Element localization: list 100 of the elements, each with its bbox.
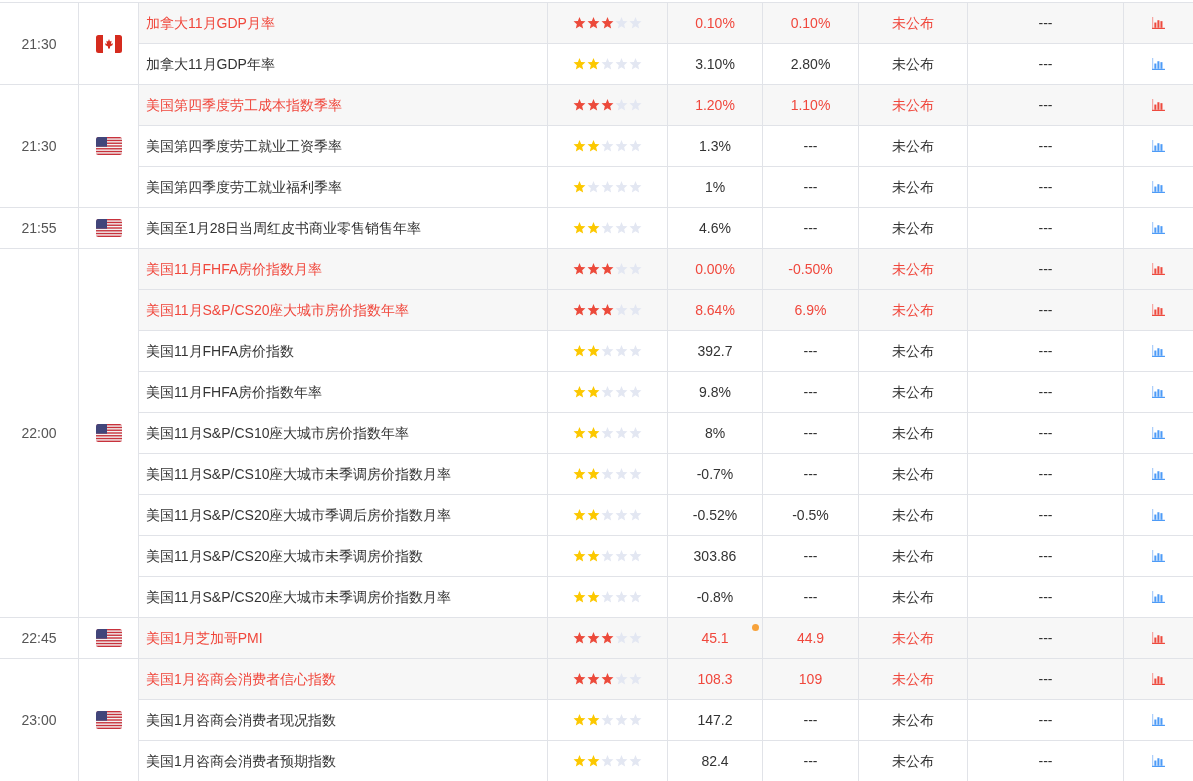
- bar-chart-icon[interactable]: [1152, 304, 1165, 316]
- status-text: 未公布: [892, 713, 934, 727]
- us-flag-icon: [95, 629, 122, 647]
- star-icon: [587, 140, 600, 152]
- star-icon: [629, 181, 642, 193]
- star-icon: [573, 58, 586, 70]
- bar-chart-icon[interactable]: [1152, 468, 1165, 480]
- star-icon: [573, 386, 586, 398]
- value-text: ---: [803, 221, 818, 235]
- status-text: 未公布: [892, 262, 934, 276]
- status-text: 未公布: [892, 57, 934, 71]
- star-icon: [573, 714, 586, 726]
- status-text: 未公布: [892, 16, 934, 30]
- bar-chart-icon[interactable]: [1152, 140, 1165, 152]
- bar-chart-icon[interactable]: [1152, 550, 1165, 562]
- value-text: 8.64%: [695, 303, 735, 317]
- value-text: ---: [803, 426, 818, 440]
- bar-chart-icon[interactable]: [1152, 99, 1165, 111]
- event-name: 美国11月S&P/CS20座大城市未季调房价指数: [146, 549, 424, 563]
- event-name: 美国11月S&P/CS20座大城市房价指数年率: [146, 303, 410, 317]
- star-icon: [615, 550, 628, 562]
- event-name: 美国第四季度劳工成本指数季率: [146, 98, 342, 112]
- star-icon: [601, 468, 614, 480]
- star-icon: [587, 632, 600, 644]
- value-text: ---: [803, 180, 818, 194]
- star-icon: [573, 222, 586, 234]
- dash-text: ---: [1038, 180, 1053, 194]
- star-icon: [615, 755, 628, 767]
- bar-chart-icon[interactable]: [1152, 509, 1165, 521]
- star-icon: [587, 58, 600, 70]
- value-text: -0.5%: [792, 508, 829, 522]
- value-text: -0.7%: [696, 467, 734, 481]
- dash-text: ---: [1038, 16, 1053, 30]
- bar-chart-icon[interactable]: [1152, 591, 1165, 603]
- value-text: ---: [803, 713, 818, 727]
- star-icon: [601, 263, 614, 275]
- event-name: 美国第四季度劳工就业工资季率: [146, 139, 342, 153]
- time-text: 22:45: [21, 631, 57, 645]
- bar-chart-icon[interactable]: [1152, 714, 1165, 726]
- dash-text: ---: [1038, 426, 1053, 440]
- star-icon: [573, 427, 586, 439]
- bar-chart-icon[interactable]: [1152, 181, 1165, 193]
- dash-text: ---: [1038, 672, 1053, 686]
- status-text: 未公布: [892, 549, 934, 563]
- bar-chart-icon[interactable]: [1152, 263, 1165, 275]
- value-text: 303.86: [693, 549, 737, 563]
- star-icon: [587, 304, 600, 316]
- bar-chart-icon[interactable]: [1152, 386, 1165, 398]
- value-text: 392.7: [697, 344, 733, 358]
- value-text: 4.6%: [699, 221, 731, 235]
- star-icon: [573, 673, 586, 685]
- bar-chart-icon[interactable]: [1152, 58, 1165, 70]
- status-text: 未公布: [892, 303, 934, 317]
- value-text: 109: [798, 672, 823, 686]
- event-name: 美国第四季度劳工就业福利季率: [146, 180, 342, 194]
- star-icon: [601, 386, 614, 398]
- dash-text: ---: [1038, 262, 1053, 276]
- value-text: 0.00%: [695, 262, 735, 276]
- bar-chart-icon[interactable]: [1152, 345, 1165, 357]
- star-icon: [573, 591, 586, 603]
- star-icon: [601, 632, 614, 644]
- status-text: 未公布: [892, 426, 934, 440]
- star-icon: [615, 181, 628, 193]
- star-icon: [629, 345, 642, 357]
- us-flag-icon: [95, 711, 122, 729]
- star-icon: [573, 468, 586, 480]
- value-text: 108.3: [697, 672, 733, 686]
- dash-text: ---: [1038, 385, 1053, 399]
- star-icon: [573, 181, 586, 193]
- star-icon: [573, 140, 586, 152]
- star-icon: [587, 427, 600, 439]
- status-text: 未公布: [892, 590, 934, 604]
- bar-chart-icon[interactable]: [1152, 632, 1165, 644]
- star-icon: [601, 550, 614, 562]
- bar-chart-icon[interactable]: [1152, 427, 1165, 439]
- bar-chart-icon[interactable]: [1152, 755, 1165, 767]
- bar-chart-icon[interactable]: [1152, 673, 1165, 685]
- star-icon: [587, 673, 600, 685]
- dash-text: ---: [1038, 303, 1053, 317]
- event-name: 美国1月芝加哥PMI: [146, 631, 263, 645]
- dash-text: ---: [1038, 508, 1053, 522]
- dash-text: ---: [1038, 57, 1053, 71]
- status-text: 未公布: [892, 508, 934, 522]
- bar-chart-icon[interactable]: [1152, 17, 1165, 29]
- star-icon: [615, 58, 628, 70]
- star-icon: [629, 140, 642, 152]
- star-icon: [601, 181, 614, 193]
- star-icon: [601, 755, 614, 767]
- star-icon: [601, 591, 614, 603]
- value-text: ---: [803, 467, 818, 481]
- star-icon: [587, 714, 600, 726]
- value-text: ---: [803, 139, 818, 153]
- star-icon: [601, 140, 614, 152]
- dash-text: ---: [1038, 139, 1053, 153]
- value-text: 1.3%: [699, 139, 731, 153]
- star-icon: [615, 427, 628, 439]
- value-text: ---: [803, 344, 818, 358]
- star-icon: [601, 345, 614, 357]
- star-icon: [573, 345, 586, 357]
- bar-chart-icon[interactable]: [1152, 222, 1165, 234]
